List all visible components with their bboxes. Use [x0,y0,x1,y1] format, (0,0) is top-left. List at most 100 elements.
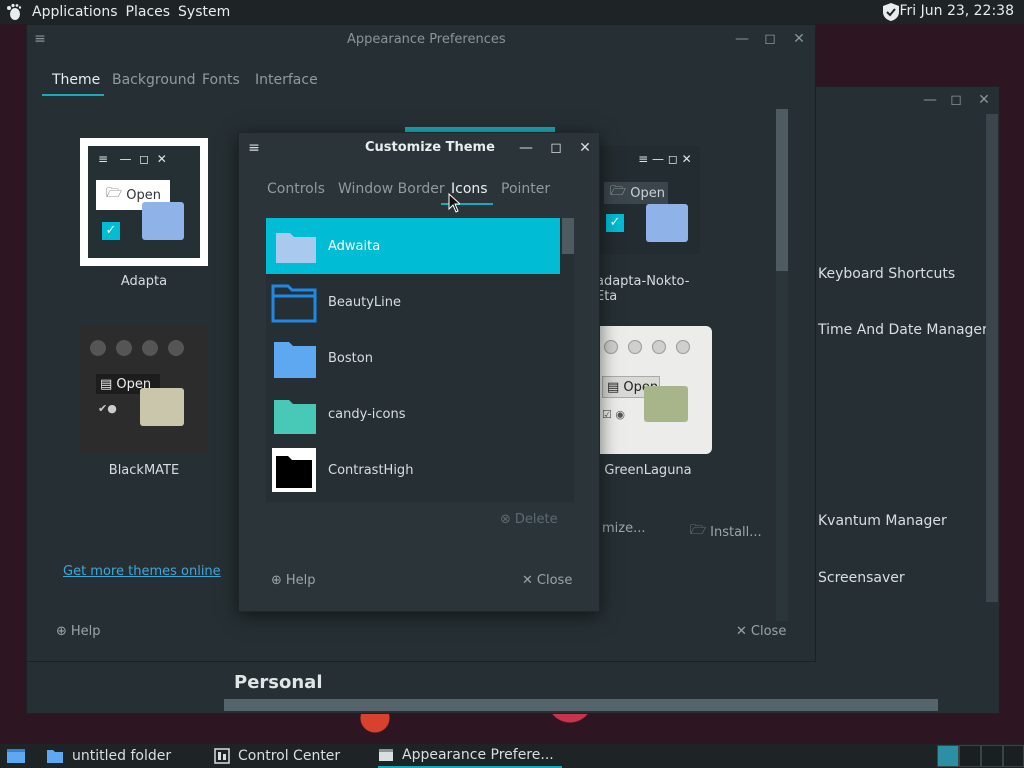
icon-theme-label: ContrastHigh [328,462,414,478]
workspace-3[interactable] [981,745,1003,767]
minimize-icon[interactable]: — [734,31,750,47]
folder-icon [276,233,316,263]
theme-label-blackmate: BlackMATE [108,463,180,478]
theme-card-adapta-nokto-eta[interactable]: ≡ — ◻ ✕ 🗁 Open ✓ [600,146,700,254]
help-label: Help [285,573,316,588]
cc-vertical-scrollbar[interactable] [986,114,998,602]
icon-theme-row-beautyline[interactable]: BeautyLine [266,274,560,330]
theme-label-adapta-nokto-eta: adapta-Nokto-Eta [596,274,690,304]
folder-icon [140,388,184,426]
icon-theme-row-candy-icons[interactable]: candy-icons [266,386,560,442]
window-icon [379,749,393,761]
cc-item-time-date-manager[interactable]: Time And Date Manager [818,322,988,338]
icon-theme-row-boston[interactable]: Boston [266,330,560,386]
show-desktop-icon[interactable] [6,747,26,768]
window-dots-icon [604,340,704,360]
folder-icon [274,400,316,434]
menu-places[interactable]: Places [126,4,171,20]
close-icon[interactable]: ✕ [577,140,593,156]
tab-fonts[interactable]: Fonts [202,72,240,88]
workspace-4[interactable] [1003,745,1024,767]
close-icon[interactable]: ✕ [976,92,992,108]
window-menu-icon: ≡ — ◻ ✕ [98,152,167,166]
window-menu-icon[interactable]: ≡ [246,140,262,156]
tab-window-border[interactable]: Window Border [338,181,445,197]
menu-system[interactable]: System [178,4,230,20]
folder-icon [644,386,688,422]
delete-button[interactable]: ⊗ Delete [500,512,558,527]
close-button[interactable]: ✕ Close [736,624,786,639]
get-more-themes-label[interactable]: Get more themes online [63,564,221,579]
icon-theme-label: BeautyLine [328,294,402,310]
help-button[interactable]: ⊕ Help [56,624,101,639]
window-buttons-icon: ≡ — ◻ ✕ [600,152,692,166]
install-label: Install... [710,524,762,540]
task-untitled-folder[interactable]: untitled folder [46,744,171,768]
window-title: Appearance Preferences [347,32,506,47]
cc-item-screensaver[interactable]: Screensaver [818,570,905,586]
maximize-icon[interactable]: ◻ [762,31,778,47]
customize-button[interactable]: mize... [602,521,646,536]
icon-theme-row-adwaita[interactable]: Adwaita [266,218,560,274]
task-label: Control Center [238,748,341,764]
help-icon: ⊕ [56,624,67,639]
close-label: Close [750,624,787,639]
task-label: untitled folder [72,748,172,764]
section-heading-personal: Personal [234,672,323,693]
theme-card-adapta[interactable]: ≡ — ◻ ✕ 🗁 Open ✓ [80,138,208,266]
close-icon: ✕ [736,624,747,639]
tab-interface[interactable]: Interface [255,72,318,88]
control-center-icon [214,748,230,764]
close-icon[interactable]: ✕ [791,31,807,47]
cc-item-keyboard-shortcuts[interactable]: Keyboard Shortcuts [818,266,955,282]
minimize-icon[interactable]: — [922,92,938,108]
mouse-cursor-icon [448,192,462,217]
workspace-1[interactable] [937,745,959,767]
cc-item-kvantum-manager[interactable]: Kvantum Manager [818,513,947,529]
clock[interactable]: Fri Jun 23, 22:38 [899,3,1014,19]
gnome-foot-icon[interactable] [4,2,24,22]
maximize-icon[interactable]: ◻ [948,92,964,108]
maximize-icon[interactable]: ◻ [548,140,564,156]
tab-background[interactable]: Background [112,72,196,88]
checkbox-icon: ☑ ◉ [602,408,625,421]
icon-theme-label: Boston [328,350,373,366]
theme-label-greenlaguna: GreenLaguna [604,463,692,478]
icon-theme-label: Adwaita [328,238,381,254]
theme-list-scrollbar[interactable] [776,109,788,271]
checkbox-icon: ✓ [102,222,120,240]
folder-icon [271,284,317,323]
minimize-icon[interactable]: — [518,140,534,156]
folder-open-icon: 🗁 [690,523,707,538]
delete-label: Delete [514,512,558,527]
close-button[interactable]: ✕ Close [522,573,572,588]
theme-card-blackmate[interactable]: ▤ Open ✔● [80,326,208,454]
folder-open-icon: 🗁 [106,186,127,201]
folder-icon [646,204,688,242]
dialog-title: Customize Theme [365,140,495,155]
tab-pointer[interactable]: Pointer [501,181,550,197]
tab-active-indicator [42,94,104,96]
icon-list-scrollbar[interactable] [562,218,574,254]
folder-icon [274,342,316,378]
close-icon: ✕ [522,573,533,588]
menu-applications[interactable]: Applications [32,4,118,20]
install-button[interactable]: 🗁 Install... [690,521,762,543]
get-more-themes-link[interactable]: Get more themes online [63,564,221,579]
workspace-2[interactable] [959,745,981,767]
preview-open-label: Open [630,185,665,201]
tab-controls[interactable]: Controls [267,181,325,197]
cc-horizontal-scrollbar[interactable] [224,699,938,711]
tab-theme[interactable]: Theme [52,72,100,88]
window-menu-icon[interactable]: ≡ [32,31,48,47]
help-button[interactable]: ⊕ Help [271,573,316,588]
window-dots-icon [90,340,198,360]
checkbox-icon: ✓ [606,214,624,232]
preview-open-button: 🗁 Open [604,182,668,204]
task-appearance-preferences[interactable]: Appearance Prefere... [378,744,562,768]
icon-theme-row-contrasthigh[interactable]: ContrastHigh [266,442,560,498]
task-control-center[interactable]: Control Center [214,744,340,768]
shield-icon[interactable] [882,2,900,26]
theme-card-greenlaguna[interactable]: ▤ Open ☑ ◉ [584,326,712,454]
customize-label: mize... [602,521,646,536]
